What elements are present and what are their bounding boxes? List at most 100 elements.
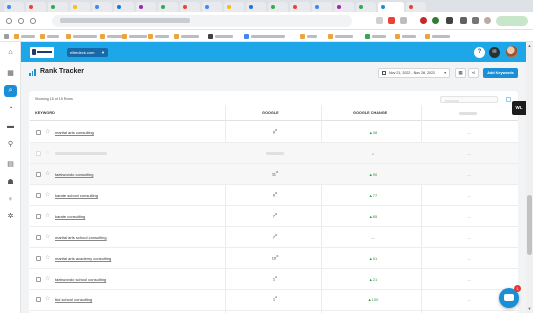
account-selector[interactable]: elitedeck.com ▼ — [67, 48, 108, 57]
browser-tab[interactable] — [180, 2, 200, 12]
extension-icon[interactable] — [472, 17, 479, 24]
keyword-link[interactable]: karate consulting — [55, 214, 85, 219]
date-range-picker[interactable]: Nov 21, 2022 - Nov 28, 2022 ▾ — [378, 68, 450, 78]
share-button[interactable]: ⋖ — [468, 68, 479, 78]
column-header-google-change[interactable]: GOOGLE CHANGE — [353, 111, 387, 115]
reload-icon[interactable] — [30, 18, 36, 24]
keyword-link[interactable] — [55, 152, 107, 155]
star-icon[interactable]: ☆ — [45, 234, 50, 240]
reviews-icon[interactable]: ◔ — [6, 104, 15, 113]
extension-icon[interactable] — [420, 17, 427, 24]
user-avatar[interactable] — [506, 46, 518, 58]
browser-tab[interactable] — [406, 2, 426, 12]
row-checkbox[interactable] — [36, 214, 41, 219]
help-button[interactable]: ? — [474, 47, 485, 58]
row-checkbox[interactable] — [36, 297, 41, 302]
browser-tab[interactable] — [26, 2, 46, 12]
browser-tab-active[interactable] — [378, 2, 404, 12]
table-row[interactable]: ☆ taekwondo school consulting 1st ▲21 — — [30, 269, 518, 290]
update-button[interactable] — [496, 16, 528, 26]
star-icon[interactable]: ☆ — [45, 129, 50, 135]
browser-tab[interactable] — [334, 2, 354, 12]
row-checkbox[interactable] — [36, 193, 41, 198]
download-icon[interactable] — [506, 97, 511, 102]
star-icon[interactable]: ☆ — [45, 150, 50, 156]
bookmark-item[interactable] — [174, 33, 199, 39]
browser-tab[interactable] — [70, 2, 90, 12]
keyword-link[interactable]: tkd school consulting — [55, 297, 92, 302]
row-checkbox[interactable] — [36, 277, 41, 282]
browser-tab[interactable] — [48, 2, 68, 12]
bookmark-item[interactable] — [208, 33, 233, 39]
extension-icon[interactable] — [400, 17, 407, 24]
table-row[interactable]: ☆ martial arts academy consulting 10th ▲… — [30, 248, 518, 269]
extension-icon[interactable] — [446, 17, 453, 24]
users-icon[interactable]: ☗ — [6, 178, 15, 187]
search-icon[interactable]: ⌕ — [4, 85, 17, 97]
scroll-up-arrow-icon[interactable]: ▲ — [527, 43, 532, 48]
address-bar[interactable] — [52, 15, 352, 27]
bookmark-item[interactable] — [244, 33, 285, 39]
row-checkbox[interactable] — [36, 235, 41, 240]
bookmark-item[interactable] — [300, 33, 317, 39]
row-checkbox[interactable] — [36, 130, 41, 135]
notifications-button[interactable]: ✉ — [489, 47, 500, 58]
bookmark-item[interactable] — [365, 33, 386, 39]
browser-tab[interactable] — [356, 2, 376, 12]
grid-view-button[interactable]: ▦ — [455, 68, 466, 78]
lightbulb-icon[interactable]: ♀ — [6, 195, 15, 204]
keyword-link[interactable]: taekwondo school consulting — [55, 277, 106, 282]
chat-icon[interactable]: ▬ — [6, 122, 15, 131]
browser-tab[interactable] — [158, 2, 178, 12]
scrollbar-thumb[interactable] — [527, 195, 532, 255]
keyword-link[interactable]: martial arts academy consulting — [55, 256, 111, 261]
browser-tab[interactable] — [92, 2, 112, 12]
bookmark-item[interactable] — [395, 33, 416, 39]
browser-tab[interactable] — [114, 2, 134, 12]
bookmark-item[interactable] — [4, 33, 9, 39]
extension-icon[interactable] — [388, 17, 395, 24]
table-row[interactable]: ☆ martial arts school consulting 7th — — — [30, 227, 518, 248]
row-checkbox[interactable] — [36, 151, 41, 156]
extension-icon[interactable] — [432, 17, 439, 24]
browser-tab[interactable] — [136, 2, 156, 12]
bookmark-item[interactable] — [100, 33, 123, 39]
profile-icon[interactable] — [484, 17, 491, 24]
star-icon[interactable]: ☆ — [45, 213, 50, 219]
table-row[interactable]: ☆ martial arts consulting 9th ▲38 — — [30, 122, 518, 143]
location-pin-icon[interactable]: ⚲ — [6, 140, 15, 149]
keyword-link[interactable]: martial arts consulting — [55, 130, 94, 135]
bookmark-item[interactable] — [328, 33, 353, 39]
bookmark-item[interactable] — [66, 33, 97, 39]
table-search-input[interactable] — [440, 96, 498, 103]
star-icon[interactable]: ☆ — [45, 171, 50, 177]
browser-tab[interactable] — [202, 2, 222, 12]
page-scrollbar[interactable] — [526, 42, 533, 313]
row-checkbox[interactable] — [36, 256, 41, 261]
bookmark-item[interactable] — [148, 33, 169, 39]
star-icon[interactable]: ☆ — [45, 296, 50, 302]
browser-tab[interactable] — [268, 2, 288, 12]
company-logo[interactable] — [30, 47, 54, 58]
bookmark-item[interactable] — [14, 33, 35, 39]
browser-tab[interactable] — [246, 2, 266, 12]
bookmark-item[interactable] — [122, 33, 147, 39]
table-row[interactable]: ☆ taekwondo consulting 11th ▲90 — — [30, 164, 518, 185]
forward-icon[interactable] — [18, 18, 24, 24]
settings-gear-icon[interactable]: ✲ — [6, 212, 15, 221]
table-row[interactable]: ☆ karate school consulting 9th ▲77 — — [30, 185, 518, 206]
browser-tab[interactable] — [312, 2, 332, 12]
extension-icon[interactable] — [460, 17, 467, 24]
scroll-down-arrow-icon[interactable]: ▼ — [527, 306, 532, 311]
table-row[interactable]: ☆ ▲ — — [30, 143, 518, 164]
star-icon[interactable]: ☆ — [45, 255, 50, 261]
star-icon[interactable]: ☆ — [45, 192, 50, 198]
table-row[interactable]: ☆ tkd school consulting 1st ▲100 — — [30, 290, 518, 311]
back-icon[interactable] — [6, 18, 12, 24]
keyword-link[interactable]: taekwondo consulting — [55, 172, 93, 177]
extension-icon[interactable] — [376, 17, 383, 24]
bookmark-item[interactable] — [425, 33, 450, 39]
apps-grid-icon[interactable]: ▦ — [6, 69, 15, 78]
bookmark-item[interactable] — [40, 33, 59, 39]
home-icon[interactable]: ⌂ — [6, 48, 15, 57]
